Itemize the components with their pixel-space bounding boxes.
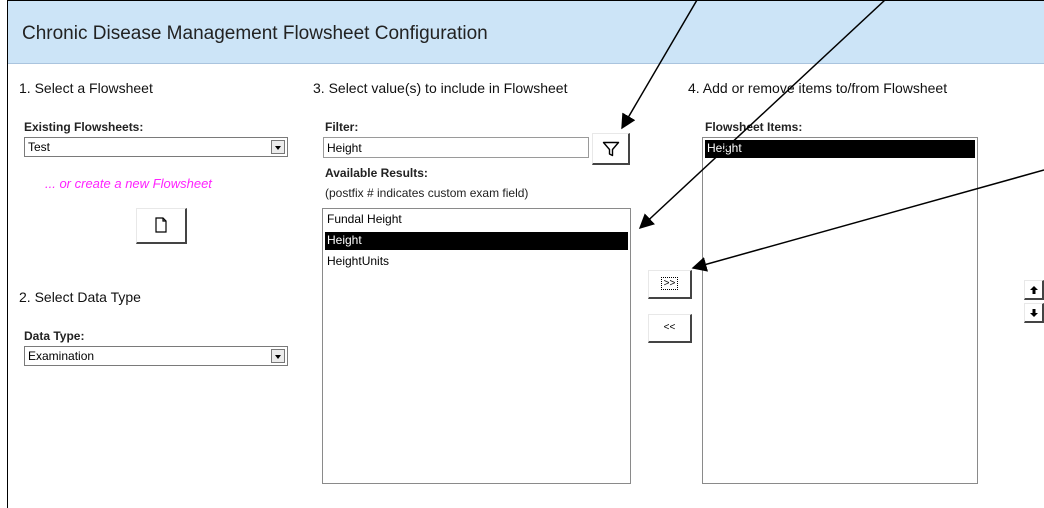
arrow-to-filter-button xyxy=(621,0,698,130)
annotation-arrows xyxy=(621,0,1044,272)
arrow-to-add-button xyxy=(691,169,1044,272)
